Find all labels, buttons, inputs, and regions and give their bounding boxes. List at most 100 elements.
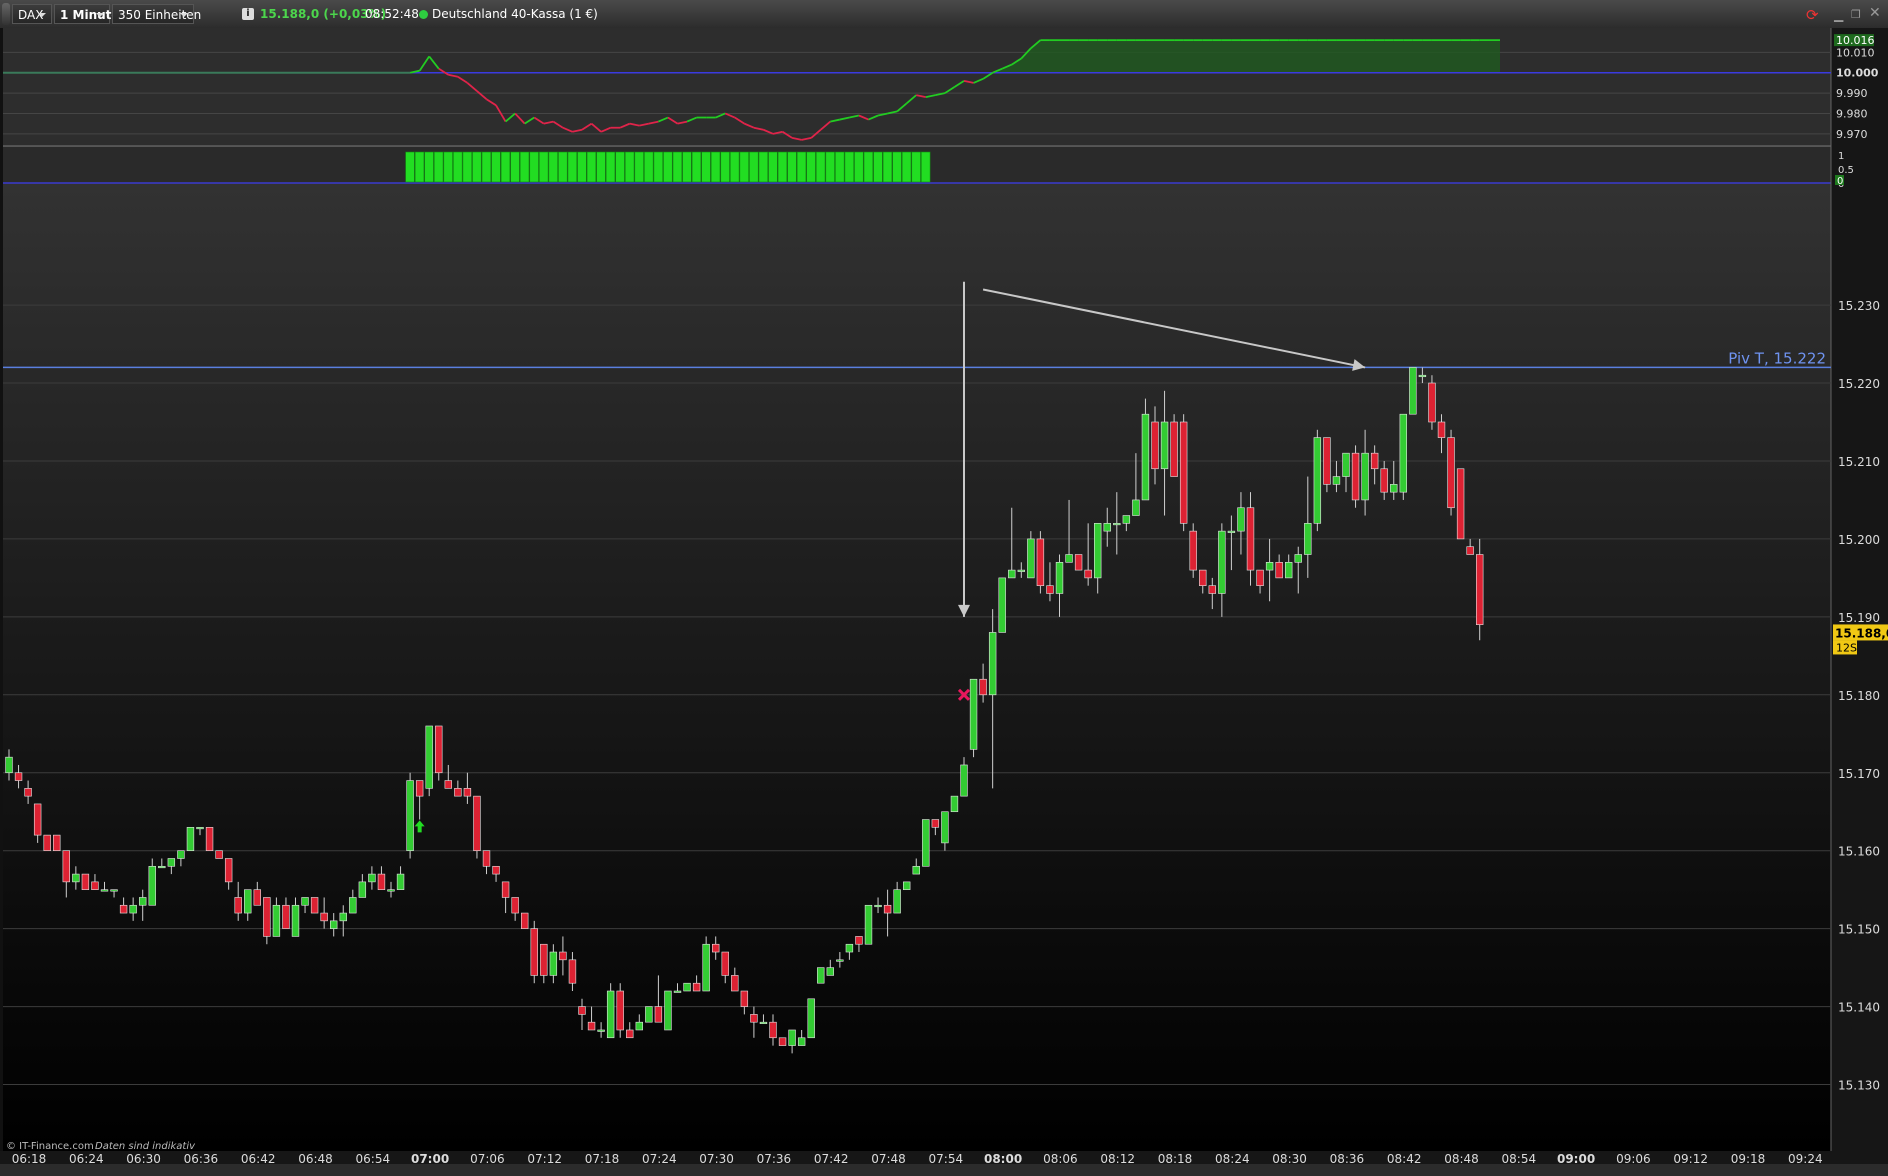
- candle-body: [14, 772, 23, 781]
- candle-body: [148, 865, 156, 906]
- candle: [310, 897, 319, 914]
- candle-body: [836, 959, 844, 962]
- y-tick-label: 15.220: [1838, 377, 1880, 391]
- x-tick-label: 08:18: [1158, 1152, 1193, 1164]
- minimize-icon[interactable]: ▁: [1834, 5, 1843, 25]
- candle-body: [1428, 382, 1436, 423]
- drag-handle[interactable]: [2, 3, 10, 25]
- signal-bar: [691, 151, 702, 183]
- close-icon[interactable]: ✕: [1869, 3, 1881, 23]
- candle-body: [1380, 468, 1388, 493]
- symbol-selector[interactable]: DAX: [12, 4, 52, 24]
- countdown-label: 12S: [1836, 641, 1857, 654]
- signal-bar: [500, 151, 511, 183]
- candle: [1074, 554, 1083, 571]
- candle-body: [1409, 367, 1417, 415]
- candle: [1428, 375, 1436, 430]
- x-tick-label: 07:18: [585, 1152, 620, 1164]
- candle-body: [912, 865, 920, 875]
- candle: [950, 795, 959, 813]
- candle: [864, 904, 873, 945]
- candle-body: [902, 881, 911, 890]
- candle: [473, 795, 481, 859]
- candle-body: [1313, 437, 1322, 524]
- candle: [53, 834, 61, 852]
- candle-body: [893, 889, 901, 914]
- x-tick-label: 07:36: [757, 1152, 792, 1164]
- candle-body: [1342, 452, 1350, 477]
- candle-body: [1036, 538, 1045, 586]
- x-tick-label: 08:42: [1387, 1152, 1422, 1164]
- signal-bar: [472, 151, 482, 183]
- candle-body: [1265, 561, 1274, 571]
- candle-body: [263, 897, 271, 937]
- disclaimer-text: Daten sind indikativ: [95, 1141, 196, 1152]
- candle: [664, 990, 672, 1031]
- candle-body: [817, 967, 825, 984]
- candle: [645, 1006, 653, 1023]
- candle-body: [33, 803, 42, 836]
- signal-bar: [424, 151, 434, 183]
- signal-bar: [548, 151, 558, 183]
- signal-bar: [586, 151, 597, 183]
- copyright-text: © IT-Finance.com: [6, 1141, 94, 1152]
- candle-body: [702, 943, 710, 992]
- restore-icon[interactable]: ❐: [1851, 5, 1861, 25]
- candle-body: [1208, 585, 1217, 594]
- signal-tick-label: 1: [1838, 151, 1844, 162]
- candle-body: [721, 951, 729, 976]
- candle-body: [167, 858, 176, 867]
- candle-body: [425, 725, 433, 789]
- candle-body: [1055, 561, 1064, 594]
- refresh-icon[interactable]: ⟳: [1806, 5, 1819, 25]
- candle-body: [1151, 421, 1159, 470]
- candle-body: [520, 912, 529, 929]
- interval-selector[interactable]: 1 Minute: [54, 4, 120, 24]
- osc-tick-label: 9.980: [1836, 107, 1868, 120]
- candle: [1170, 414, 1178, 477]
- candle-body: [100, 889, 109, 892]
- candle-body: [549, 951, 558, 976]
- candle: [1447, 429, 1455, 516]
- candle-body: [320, 912, 328, 922]
- candle: [606, 983, 615, 1039]
- candle: [683, 982, 691, 992]
- signal-bar: [844, 151, 855, 183]
- candle: [1409, 367, 1417, 415]
- x-tick-label: 06:48: [298, 1152, 333, 1164]
- x-tick-label: 07:12: [527, 1152, 562, 1164]
- candle: [215, 850, 223, 859]
- candle-body: [444, 780, 452, 789]
- signal-bar: [768, 151, 778, 183]
- candle-body: [1256, 569, 1264, 586]
- signal-bar: [911, 151, 921, 183]
- candle-body: [845, 943, 854, 953]
- signal-bar: [443, 151, 453, 183]
- candle-body: [797, 1037, 806, 1046]
- candle-body: [1141, 413, 1150, 501]
- signal-bar: [605, 151, 616, 183]
- candle-body: [253, 889, 261, 906]
- info-icon[interactable]: i: [242, 8, 254, 20]
- candle-body: [635, 1021, 644, 1031]
- y-tick-label: 15.170: [1838, 767, 1880, 781]
- signal-bar: [414, 151, 425, 183]
- signal-bar: [739, 151, 749, 183]
- candle-body: [62, 850, 71, 883]
- signal-bar: [892, 151, 902, 183]
- current-price-label: 15.188,0: [1835, 626, 1888, 640]
- signal-bar: [835, 151, 845, 183]
- candle-body: [1294, 554, 1302, 563]
- candle-body: [960, 764, 968, 797]
- candle-body: [1084, 569, 1092, 579]
- candle-body: [941, 811, 949, 844]
- candle-body: [463, 788, 472, 797]
- chart-area[interactable]: Piv T, 15.222 15.230 15.220 15.210 15.200 15…: [0, 28, 1888, 1164]
- candle-body: [1094, 523, 1102, 579]
- units-selector[interactable]: 350 Einheiten: [112, 4, 201, 24]
- candle-body: [740, 990, 749, 1007]
- y-tick-label: 15.160: [1838, 845, 1880, 859]
- candle-body: [969, 678, 978, 750]
- candle-body: [177, 850, 185, 859]
- candle-body: [1074, 554, 1083, 571]
